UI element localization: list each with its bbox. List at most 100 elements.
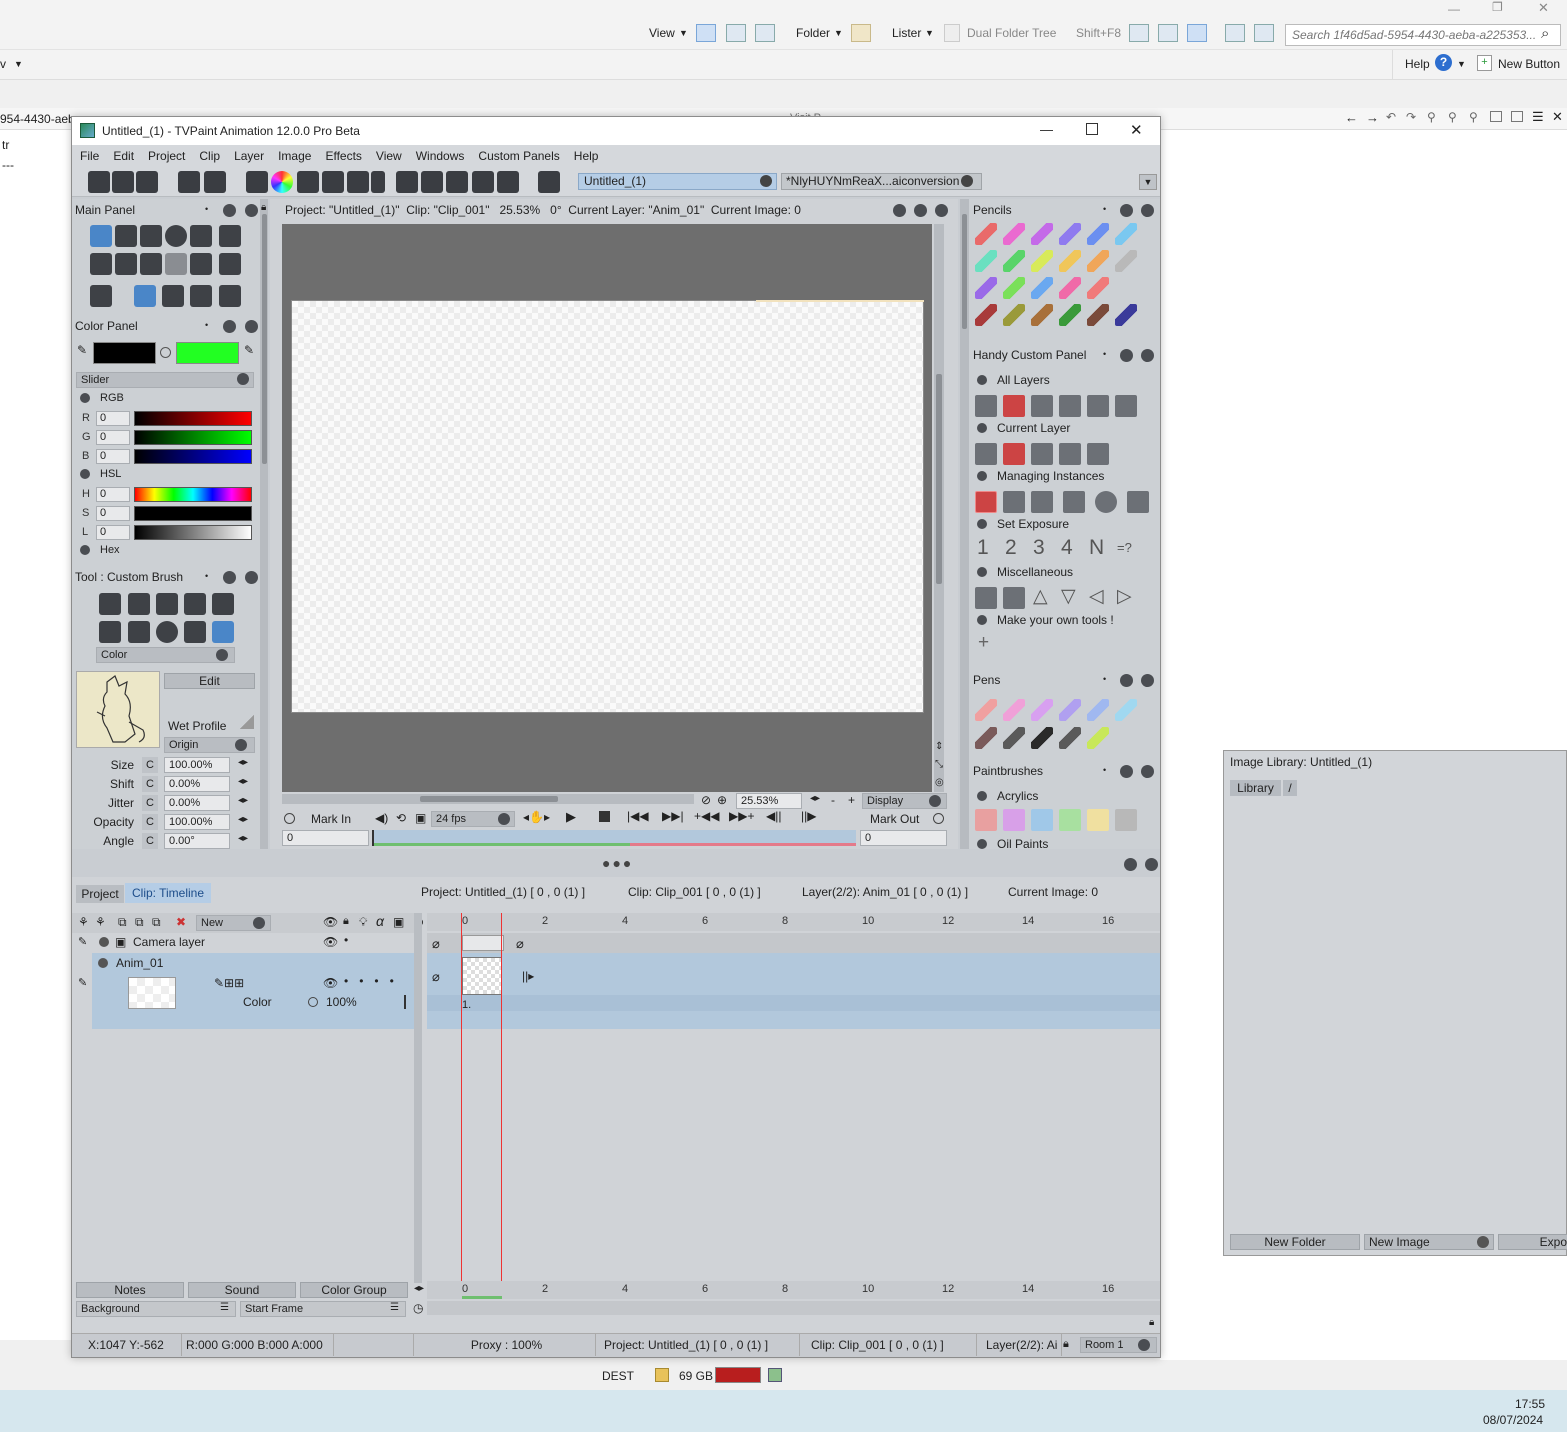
pencil-preset-icon[interactable] bbox=[1115, 304, 1137, 326]
handy-tool-icon[interactable] bbox=[1087, 395, 1109, 417]
light-icon[interactable]: 💡︎ bbox=[359, 915, 367, 930]
zoom-out-icon[interactable]: ⚲ bbox=[1448, 110, 1457, 124]
panel-tool-icon[interactable] bbox=[162, 285, 184, 307]
tool-mode-select[interactable]: Color bbox=[96, 647, 235, 663]
reset-icon[interactable]: ◎ bbox=[935, 777, 944, 788]
chevron-down-icon[interactable]: ▼ bbox=[834, 28, 843, 38]
panel-close-icon[interactable] bbox=[1141, 349, 1154, 362]
exposure-4-button[interactable]: 4 bbox=[1061, 536, 1073, 560]
rotate-icon[interactable]: ⤡ bbox=[935, 759, 943, 770]
collapse-icon[interactable] bbox=[977, 567, 987, 577]
pen-preset-icon[interactable] bbox=[1087, 699, 1109, 721]
chevron-down-icon[interactable] bbox=[1477, 1236, 1489, 1248]
red-slider[interactable] bbox=[134, 411, 252, 426]
clock-time[interactable]: 17:55 bbox=[1515, 1397, 1545, 1411]
handy-section-set-exposure[interactable]: Set Exposure bbox=[997, 517, 1069, 531]
panel-menu-icon[interactable] bbox=[1120, 349, 1133, 362]
search-input[interactable]: Search 1f46d5ad-5954-4430-aeba-a225353..… bbox=[1285, 24, 1561, 46]
pencil-preset-icon[interactable] bbox=[975, 223, 997, 245]
lasso-select-icon[interactable] bbox=[115, 253, 137, 275]
panel-menu-icon[interactable] bbox=[223, 320, 236, 333]
pen-tool-icon[interactable] bbox=[190, 285, 212, 307]
layout-icon[interactable] bbox=[1254, 24, 1274, 42]
line-tool-icon[interactable] bbox=[115, 225, 137, 247]
opacity-slider-handle[interactable] bbox=[404, 995, 406, 1009]
menu-windows[interactable]: Windows bbox=[416, 149, 465, 163]
layout-icon[interactable] bbox=[1158, 24, 1178, 42]
redo-icon[interactable] bbox=[204, 171, 226, 193]
scrollbar-thumb[interactable] bbox=[420, 796, 558, 802]
marker-brush-icon[interactable] bbox=[128, 593, 150, 615]
triangle-down-icon[interactable]: ▽ bbox=[1061, 585, 1076, 608]
handy-tool-icon[interactable] bbox=[1115, 395, 1137, 417]
layers-scrollbar[interactable] bbox=[414, 913, 422, 1283]
loop-icon[interactable]: ⟲ bbox=[396, 811, 406, 825]
param-arrows-icon[interactable]: ◂▸ bbox=[238, 776, 248, 787]
center-icon[interactable]: ⊕ bbox=[717, 793, 727, 807]
layout-icon[interactable] bbox=[1225, 24, 1245, 42]
param-curve-flag[interactable]: C bbox=[142, 833, 158, 849]
menu-file[interactable]: File bbox=[80, 149, 99, 163]
expand-icon[interactable] bbox=[80, 545, 90, 555]
scissors-brush-icon[interactable] bbox=[99, 621, 121, 643]
panel-dot[interactable]: • bbox=[1103, 204, 1106, 214]
pen-preset-icon[interactable] bbox=[975, 699, 997, 721]
add-tool-icon[interactable]: + bbox=[978, 632, 989, 654]
collapse-icon[interactable] bbox=[80, 469, 90, 479]
custom-brush-icon[interactable] bbox=[134, 285, 156, 307]
expand-icon[interactable] bbox=[99, 937, 109, 947]
canvas-close-icon[interactable] bbox=[935, 204, 948, 217]
close-icon[interactable]: ✕ bbox=[1130, 121, 1143, 139]
chevron-down-icon[interactable] bbox=[235, 739, 247, 751]
acrylics-section[interactable]: Acrylics bbox=[997, 789, 1038, 803]
menu-clip[interactable]: Clip bbox=[199, 149, 220, 163]
start-frame-select[interactable]: Start Frame bbox=[240, 1301, 406, 1317]
param-curve-flag[interactable]: C bbox=[142, 814, 158, 830]
secondary-color-swatch[interactable] bbox=[176, 342, 239, 364]
pencil-preset-icon[interactable] bbox=[1087, 277, 1109, 299]
exposure-3-button[interactable]: 3 bbox=[1033, 536, 1045, 560]
param-value[interactable]: 100.00% bbox=[164, 757, 230, 773]
help-menu[interactable]: Help bbox=[1405, 57, 1430, 71]
undo-icon[interactable] bbox=[178, 171, 200, 193]
lock-icon[interactable]: 🔒︎ bbox=[343, 915, 349, 928]
camera-tool-icon[interactable] bbox=[219, 253, 241, 275]
last-frame-icon[interactable]: ▶▶| bbox=[662, 809, 684, 823]
close-icon[interactable]: ✕ bbox=[1552, 109, 1563, 125]
sync-icon[interactable] bbox=[768, 1368, 782, 1382]
pen-preset-icon[interactable] bbox=[1059, 699, 1081, 721]
rect-select-icon[interactable] bbox=[90, 253, 112, 275]
handy-tool-icon[interactable] bbox=[975, 443, 997, 465]
collapse-icon[interactable] bbox=[977, 423, 987, 433]
restore-icon[interactable]: ❐ bbox=[1492, 0, 1503, 14]
primary-color-swatch[interactable] bbox=[93, 342, 156, 364]
help-book-icon[interactable] bbox=[538, 171, 560, 193]
pencil-preset-icon[interactable] bbox=[1059, 250, 1081, 272]
library-tab[interactable]: Library bbox=[1230, 780, 1281, 796]
eyedropper-icon[interactable]: ✎ bbox=[244, 343, 254, 357]
layer-options-icon[interactable]: ✎⊞⊞ bbox=[214, 976, 244, 990]
pen-preset-icon[interactable] bbox=[975, 727, 997, 749]
pencil-preset-icon[interactable] bbox=[1087, 250, 1109, 272]
text-tool-icon[interactable] bbox=[184, 621, 206, 643]
edit-brush-button[interactable]: Edit bbox=[164, 673, 255, 689]
pencil-preset-icon[interactable] bbox=[975, 304, 997, 326]
stencil-icon[interactable]: ▣ bbox=[393, 915, 404, 929]
param-arrows-icon[interactable]: ◂▸ bbox=[238, 814, 248, 825]
menu-effects[interactable]: Effects bbox=[325, 149, 361, 163]
saturation-value[interactable]: 0 bbox=[96, 506, 130, 521]
light-table-icon[interactable] bbox=[347, 171, 369, 193]
handy-section-managing-instances[interactable]: Managing Instances bbox=[997, 469, 1104, 483]
camera-frame-cell[interactable] bbox=[462, 935, 504, 951]
clock-date[interactable]: 08/07/2024 bbox=[1483, 1413, 1543, 1427]
lock-icon[interactable] bbox=[655, 1368, 669, 1382]
collapse-icon[interactable] bbox=[977, 615, 987, 625]
ink-brush-icon[interactable] bbox=[99, 593, 121, 615]
crop-select-icon[interactable] bbox=[140, 253, 162, 275]
lock-icon[interactable]: 🔒︎ bbox=[1149, 1317, 1154, 1328]
color-mode-select[interactable]: Slider bbox=[76, 372, 254, 388]
pencil-preset-icon[interactable] bbox=[1031, 304, 1053, 326]
close-tab-icon[interactable] bbox=[961, 175, 973, 187]
chevron-down-icon[interactable] bbox=[929, 795, 941, 807]
handy-tool-icon[interactable] bbox=[1003, 491, 1025, 513]
